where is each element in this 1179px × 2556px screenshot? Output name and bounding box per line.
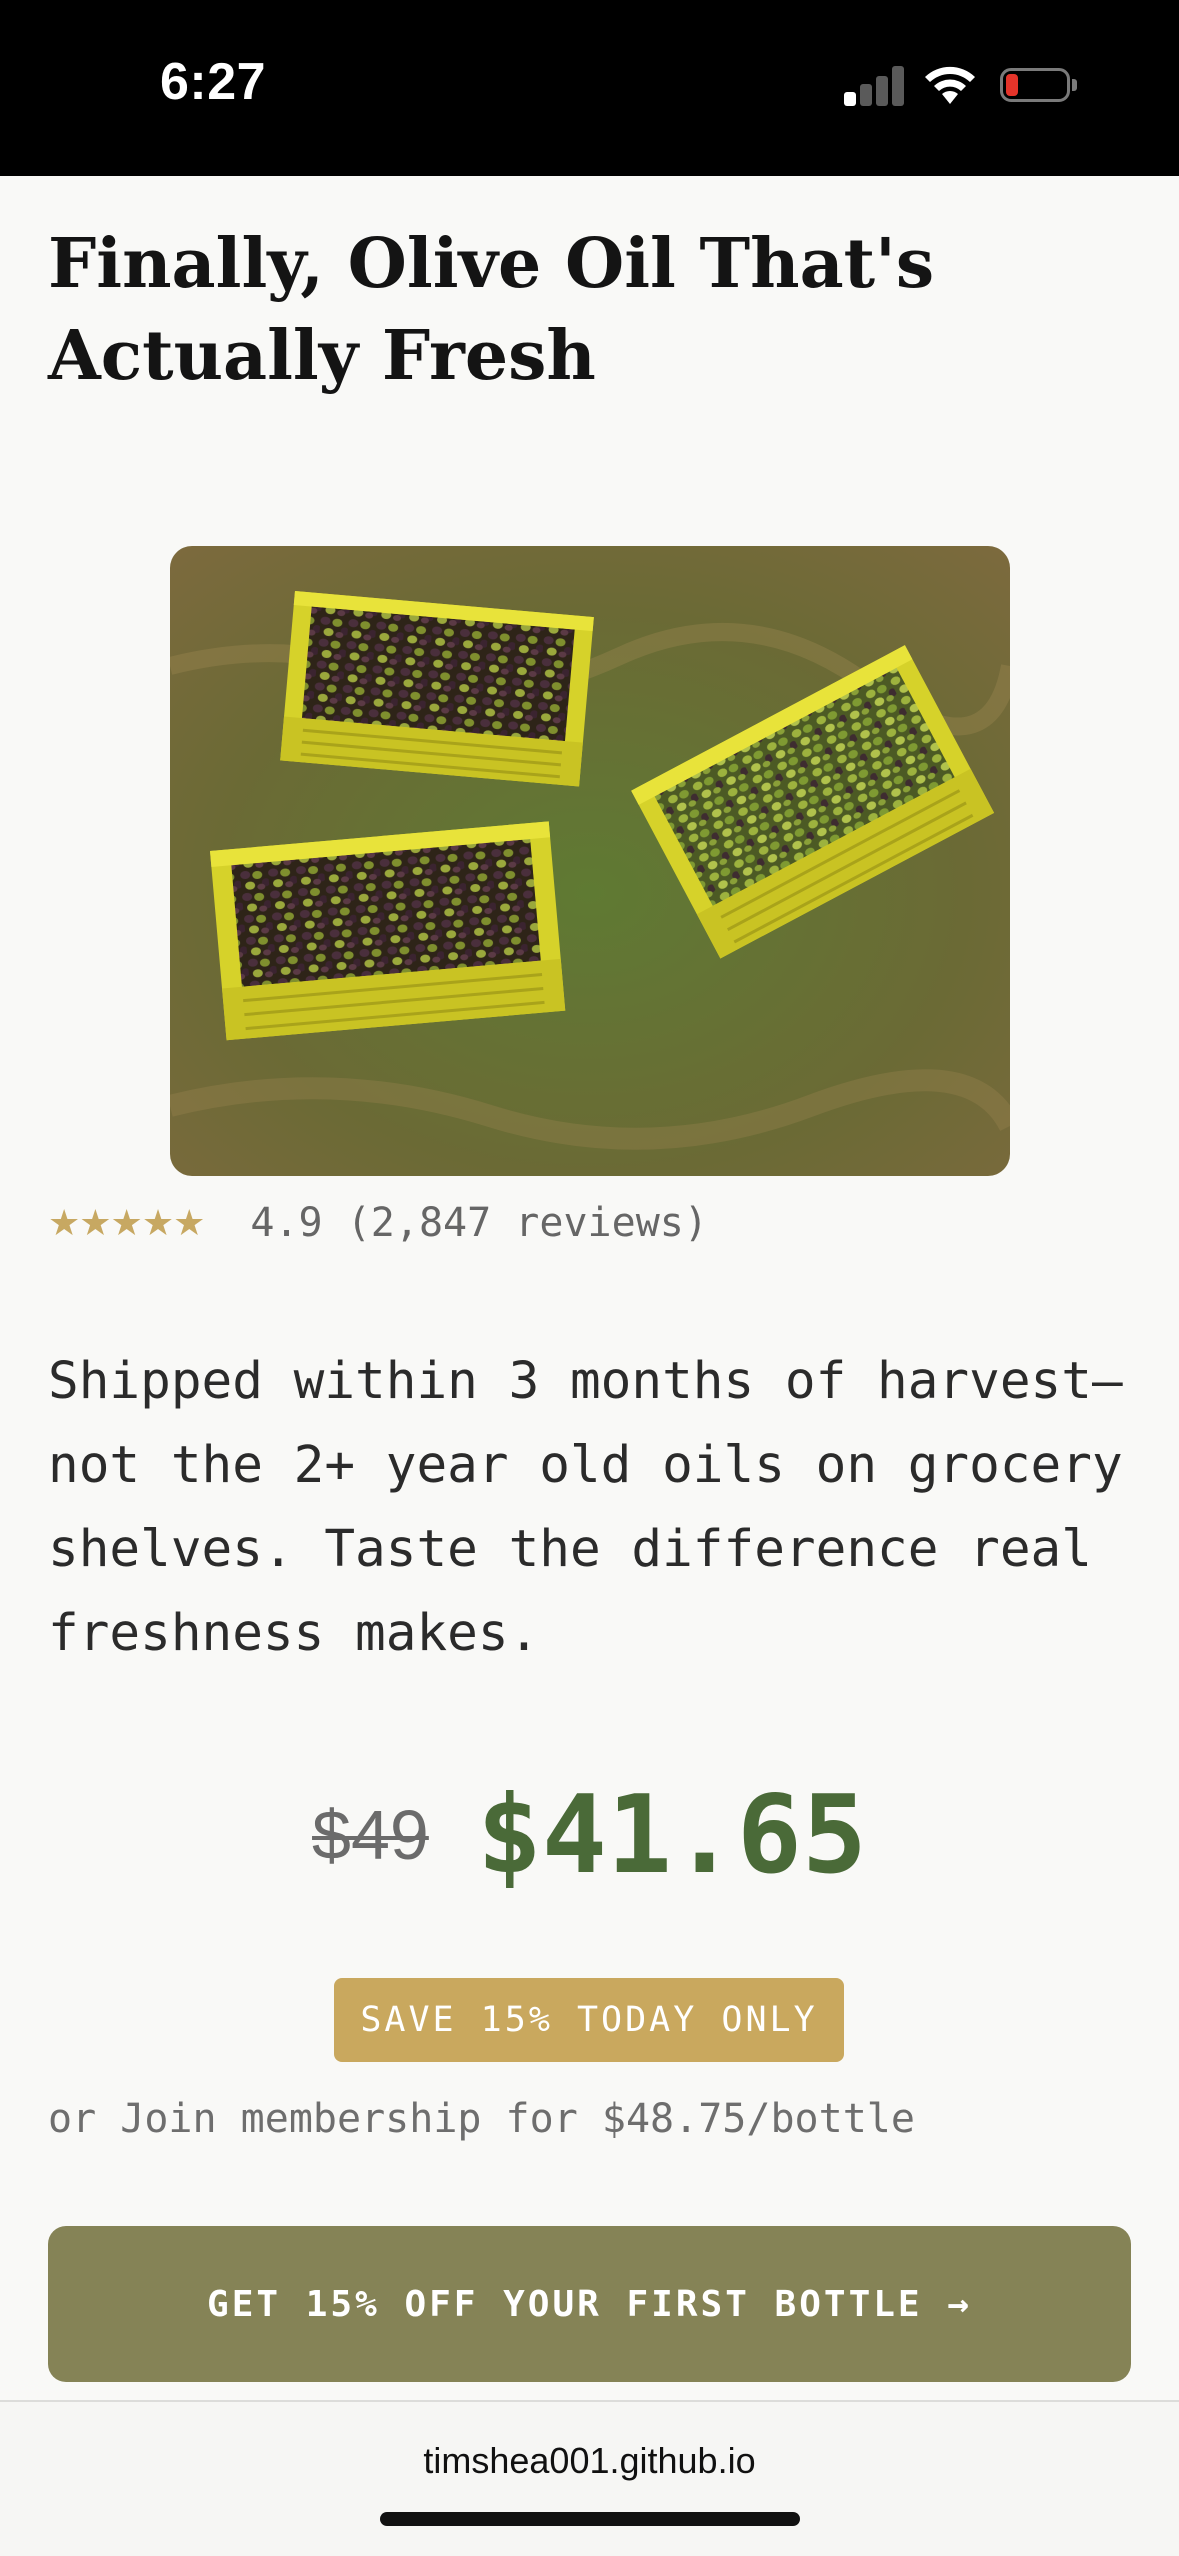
status-time: 6:27 (160, 53, 267, 111)
get-discount-button[interactable]: GET 15% OFF YOUR FIRST BOTTLE → (48, 2226, 1131, 2382)
page-title: Finally, Olive Oil That's Actually Fresh (48, 224, 935, 396)
membership-offer-link[interactable]: or Join membership for $48.75/bottle (48, 2096, 915, 2142)
rating-stars-icon: ★★★★★ (48, 1202, 205, 1244)
url-text[interactable]: timshea001.github.io (0, 2440, 1179, 2482)
rating-text: 4.9 (2,847 reviews) (250, 1200, 708, 1246)
olive-crates-photo (170, 546, 1010, 1176)
battery-icon (1000, 68, 1078, 106)
save-badge: SAVE 15% TODAY ONLY (334, 1978, 844, 2062)
rating: ★★★★★ 4.9 (2,847 reviews) (48, 1198, 708, 1248)
status-bar: 6:27 (0, 0, 1179, 176)
cellular-signal-icon (844, 66, 906, 106)
browser-address-bar[interactable]: timshea001.github.io (0, 2400, 1179, 2556)
wifi-icon (925, 66, 975, 104)
price-row: $49 $41.65 (0, 1770, 1179, 1900)
product-description: Shipped within 3 months of harvest—not t… (48, 1352, 1123, 1663)
home-indicator[interactable] (380, 2512, 800, 2526)
original-price: $49 (312, 1796, 429, 1874)
sale-price: $41.65 (476, 1772, 867, 1898)
